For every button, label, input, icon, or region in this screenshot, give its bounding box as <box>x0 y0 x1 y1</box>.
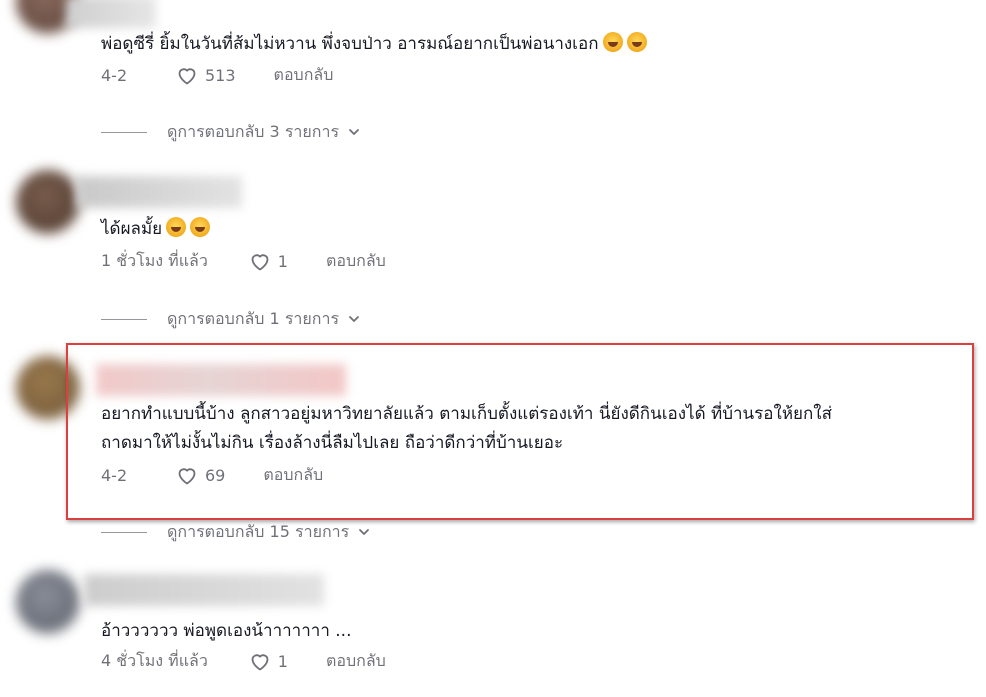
username-redacted[interactable] <box>66 0 156 28</box>
like-count: 1 <box>277 251 288 271</box>
divider-line <box>101 131 147 133</box>
comment-meta: 4-2 69 ตอบกลับ <box>101 463 323 487</box>
chevron-down-icon <box>349 129 359 135</box>
laughing-emoji-icon <box>602 32 623 52</box>
comment-body: ได้ผลมั้ย <box>101 219 163 239</box>
comment-date: 1 ชั่วโมง ที่แล้ว <box>101 250 208 270</box>
comment-meta: 4 ชั่วโมง ที่แล้ว 1 ตอบกลับ <box>101 649 386 673</box>
reply-button[interactable]: ตอบกลับ <box>274 63 334 88</box>
chevron-down-icon <box>349 316 359 322</box>
reply-button[interactable]: ตอบกลับ <box>263 463 323 488</box>
heart-outline-icon <box>251 654 269 671</box>
heart-outline-icon <box>178 468 196 485</box>
comment-date: 4 ชั่วโมง ที่แล้ว <box>101 650 208 670</box>
username-redacted[interactable] <box>76 176 242 208</box>
comment-body: พ่อดูซีรี่ ยิ้มในวันที่ส้มไม่หวาน พึ่งจบ… <box>101 34 599 54</box>
view-replies-label: ดูการตอบกลับ 15 รายการ <box>167 521 350 541</box>
chevron-down-icon <box>359 529 370 535</box>
view-replies-button[interactable]: ดูการตอบกลับ 15 รายการ <box>101 521 371 543</box>
comment-meta: 4-2 513 ตอบกลับ <box>101 63 333 87</box>
like-count: 513 <box>205 65 236 85</box>
heart-outline-icon <box>251 254 269 271</box>
like-button[interactable]: 513 <box>175 63 236 87</box>
view-replies-label: ดูการตอบกลับ 3 รายการ <box>167 121 340 141</box>
comment-date: 4-2 <box>101 65 128 85</box>
divider-line <box>101 318 147 320</box>
like-count: 69 <box>205 465 226 485</box>
comment-text: ได้ผลมั้ย <box>101 216 211 243</box>
avatar[interactable] <box>16 570 80 634</box>
like-button[interactable]: 69 <box>175 463 225 487</box>
avatar[interactable] <box>16 170 80 234</box>
comment-text-line-2: ถาดมาให้ไม่งั้นไม่กิน เรื่องล้างนี่ลืมไป… <box>101 433 564 453</box>
like-button[interactable]: 1 <box>248 649 288 673</box>
heart-outline-icon <box>178 68 196 85</box>
comment-text-line-1: อยากทำแบบนี้บ้าง ลูกสาวอยู่มหาวิทยาลัยแล… <box>101 404 832 424</box>
laughing-emoji-icon <box>190 217 211 237</box>
avatar[interactable] <box>16 356 80 420</box>
reply-button[interactable]: ตอบกลับ <box>326 649 386 674</box>
comment-meta: 1 ชั่วโมง ที่แล้ว 1 ตอบกลับ <box>101 249 386 273</box>
username-redacted[interactable] <box>84 574 324 606</box>
reply-button[interactable]: ตอบกลับ <box>326 249 386 274</box>
like-button[interactable]: 1 <box>248 249 288 273</box>
view-replies-label: ดูการตอบกลับ 1 รายการ <box>167 308 340 328</box>
view-replies-button[interactable]: ดูการตอบกลับ 1 รายการ <box>101 308 361 330</box>
comments-panel: พ่อดูซีรี่ ยิ้มในวันที่ส้มไม่หวาน พึ่งจบ… <box>0 0 986 697</box>
comment-text: พ่อดูซีรี่ ยิ้มในวันที่ส้มไม่หวาน พึ่งจบ… <box>101 31 647 58</box>
laughing-emoji-icon <box>166 217 187 237</box>
comment-text: อ้าวววววว พ่อพูดเองน้าาาาาาา ... <box>101 621 352 641</box>
divider-line <box>101 531 147 533</box>
like-count: 1 <box>277 651 288 671</box>
view-replies-button[interactable]: ดูการตอบกลับ 3 รายการ <box>101 121 361 143</box>
username-redacted[interactable] <box>96 364 346 396</box>
comment-date: 4-2 <box>101 465 128 485</box>
laughing-emoji-icon <box>626 32 647 52</box>
